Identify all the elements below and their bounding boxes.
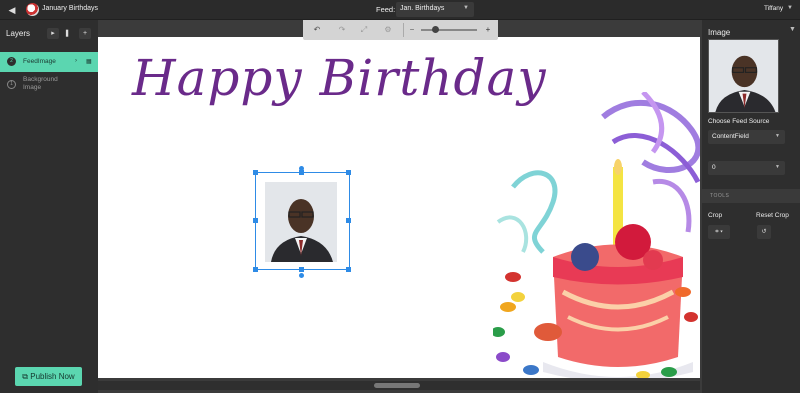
happy-birthday-heading: Happy Birthday: [132, 49, 547, 107]
publish-label: Publish Now: [30, 372, 75, 381]
layer-item-feedimage[interactable]: 2 FeedImage › ▦: [0, 52, 98, 72]
design-canvas[interactable]: Happy Birthday: [98, 37, 700, 378]
resize-handle-bottom-right[interactable]: [346, 267, 351, 272]
reset-icon: ↺: [761, 229, 767, 235]
layers-title: Layers: [6, 29, 31, 38]
app-title: January Birthdays: [42, 5, 99, 12]
canvas-area: ↶ ↷ ⤢ ⚙ − + Happy Birthday: [98, 20, 702, 393]
resize-handle-left[interactable]: [253, 218, 258, 223]
resize-handle-bottom[interactable]: [299, 267, 304, 272]
crop-icon: ⌗ ▾: [715, 229, 723, 235]
add-layer-button[interactable]: +: [79, 28, 91, 39]
layer-order-badge: 2: [7, 57, 16, 66]
zoom-out-button[interactable]: −: [406, 24, 418, 36]
rotate-handle-bottom[interactable]: [299, 273, 304, 278]
user-name[interactable]: Tiffany: [764, 5, 783, 12]
zoom-in-button[interactable]: +: [482, 24, 494, 36]
feed-source-value: ContentField: [712, 133, 749, 140]
birthday-cake-illustration: [493, 92, 700, 378]
feed-index-select[interactable]: 0 ▼: [708, 161, 785, 175]
grid-icon[interactable]: ▦: [86, 58, 92, 65]
reset-crop-button[interactable]: ↺: [757, 225, 771, 239]
resize-handle-top-left[interactable]: [253, 170, 258, 175]
properties-panel: Image ▼ Choose Feed Source ContentField …: [702, 20, 800, 393]
zoom-slider[interactable]: [421, 29, 477, 31]
reset-crop-label: Reset Crop: [756, 212, 789, 219]
app-logo: [26, 3, 39, 16]
undo-icon[interactable]: ↶: [311, 24, 323, 36]
toolbar-divider: [403, 23, 404, 37]
layer-item-background-image[interactable]: 1 Background Image: [0, 74, 98, 94]
chevron-down-icon: ▼: [775, 133, 780, 139]
collapse-panel-button[interactable]: ▸: [47, 28, 59, 39]
feed-source-select[interactable]: ContentField ▼: [708, 130, 785, 144]
image-thumbnail: [708, 39, 779, 113]
layers-panel: Layers ▸ ❚ + 2 FeedImage › ▦ 1 Backgroun…: [0, 20, 98, 393]
fit-icon[interactable]: ⤢: [358, 24, 370, 36]
crop-button[interactable]: ⌗ ▾: [708, 225, 730, 239]
tools-label: TOOLS: [710, 193, 730, 199]
resize-handle-top-right[interactable]: [346, 170, 351, 175]
settings-icon[interactable]: ⚙: [382, 24, 394, 36]
move-icon[interactable]: ❚: [61, 28, 73, 39]
user-menu-caret-icon[interactable]: ▼: [787, 5, 793, 11]
resize-handle-right[interactable]: [346, 218, 351, 223]
resize-handle-top[interactable]: [299, 170, 304, 175]
chevron-right-icon[interactable]: ›: [75, 58, 77, 64]
layer-label: Background Image: [23, 76, 58, 91]
chevron-down-icon: ▼: [463, 5, 469, 11]
feed-source-label: Choose Feed Source: [708, 118, 770, 125]
tools-section-header: TOOLS: [702, 189, 800, 203]
feed-select[interactable]: Jan. Birthdays ▼: [396, 2, 474, 17]
app-root: ◀ January Birthdays Feed: Jan. Birthdays…: [0, 0, 800, 393]
feed-index-value: 0: [712, 164, 716, 171]
layer-label: FeedImage: [23, 58, 56, 65]
canvas-toolbar: ↶ ↷ ⤢ ⚙ − +: [303, 20, 498, 40]
redo-icon[interactable]: ↷: [336, 24, 348, 36]
resize-handle-bottom-left[interactable]: [253, 267, 258, 272]
publish-now-button[interactable]: ⧉ Publish Now: [15, 367, 82, 386]
feed-label: Feed:: [376, 5, 396, 14]
chevron-down-icon: ▼: [775, 164, 780, 170]
feed-select-value: Jan. Birthdays: [400, 5, 445, 12]
panel-title: Image: [708, 28, 731, 37]
top-bar: ◀ January Birthdays Feed: Jan. Birthdays…: [0, 0, 800, 20]
chevron-down-icon[interactable]: ▼: [789, 26, 796, 33]
zoom-slider-handle[interactable]: [432, 26, 439, 33]
scrollbar-thumb[interactable]: [374, 383, 420, 388]
crop-label: Crop: [708, 212, 723, 219]
feed-image-photo[interactable]: [265, 182, 337, 262]
horizontal-scrollbar[interactable]: [98, 381, 700, 390]
back-arrow-icon[interactable]: ◀: [6, 4, 18, 16]
layer-order-badge: 1: [7, 80, 16, 89]
